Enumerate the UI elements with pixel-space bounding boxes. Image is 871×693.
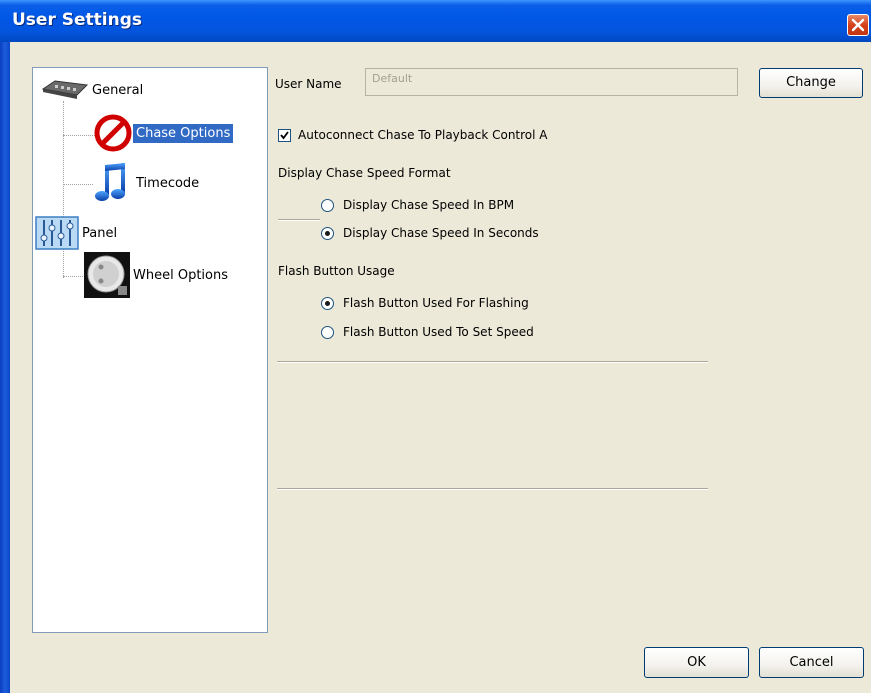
flashing-label: Flash Button Used For Flashing	[343, 296, 529, 310]
window-title: User Settings	[12, 10, 142, 30]
bpm-radio[interactable]	[321, 199, 334, 212]
set-speed-label: Flash Button Used To Set Speed	[343, 325, 534, 339]
settings-tree[interactable]: General Chase Options Timecode Panel Whe…	[32, 67, 268, 633]
seconds-radio[interactable]	[321, 227, 334, 240]
tree-connector	[63, 184, 93, 185]
tree-item-label: Panel	[82, 225, 118, 241]
checkmark-icon	[280, 131, 289, 140]
title-bar[interactable]: User Settings	[0, 0, 871, 42]
dialog-content: General Chase Options Timecode Panel Whe…	[10, 42, 871, 693]
tree-item-chase-options[interactable]: Chase Options	[93, 113, 234, 153]
speed-format-heading: Display Chase Speed Format	[278, 166, 451, 180]
faders-icon	[35, 216, 79, 250]
seconds-label: Display Chase Speed In Seconds	[343, 226, 539, 240]
bpm-label: Display Chase Speed In BPM	[343, 198, 515, 212]
tree-item-general[interactable]: General	[41, 79, 146, 101]
tree-item-wheel-options[interactable]: Wheel Options	[84, 252, 231, 298]
close-button[interactable]	[847, 14, 869, 36]
set-speed-radio[interactable]	[321, 326, 334, 339]
tree-item-label: Chase Options	[133, 123, 234, 143]
user-name-field[interactable]: Default	[365, 68, 738, 96]
section-divider	[277, 361, 708, 363]
section-divider	[277, 488, 708, 490]
console-icon	[41, 80, 89, 99]
tree-item-label: Wheel Options	[133, 267, 228, 283]
tree-connector	[63, 276, 83, 277]
autoconnect-checkbox[interactable]	[278, 129, 291, 142]
tree-item-label: Timecode	[136, 175, 200, 191]
change-button[interactable]: Change	[759, 68, 863, 98]
wheel-icon	[84, 252, 130, 298]
tree-item-timecode[interactable]: Timecode	[93, 161, 202, 205]
tree-item-label: General	[92, 82, 144, 98]
tree-connector	[63, 101, 64, 221]
no-entry-icon	[94, 114, 132, 152]
ok-button[interactable]: OK	[644, 647, 749, 678]
music-note-icon	[95, 163, 125, 201]
user-name-label: User Name	[275, 77, 342, 91]
tree-item-panel[interactable]: Panel	[35, 216, 120, 250]
flashing-radio[interactable]	[321, 297, 334, 310]
flash-usage-heading: Flash Button Usage	[278, 264, 395, 278]
cancel-button[interactable]: Cancel	[759, 647, 864, 678]
autoconnect-label: Autoconnect Chase To Playback Control A	[298, 128, 548, 142]
user-settings-window: User Settings General Chase Options Time…	[0, 0, 871, 693]
group-divider	[278, 219, 320, 221]
window-border	[0, 42, 10, 693]
close-icon	[851, 18, 865, 32]
